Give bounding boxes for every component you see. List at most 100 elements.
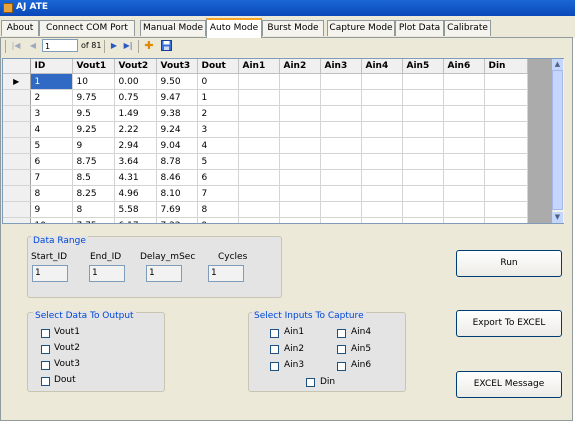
tab-burst-mode[interactable]: Burst Mode	[262, 20, 324, 36]
cell-id[interactable]: 3	[30, 105, 73, 122]
cell-dout[interactable]: 3	[197, 121, 239, 138]
move-next-icon[interactable]: ▶	[108, 40, 120, 52]
cell-vout3[interactable]: 7.22	[156, 217, 198, 223]
cell-ain4[interactable]	[361, 121, 403, 138]
cell-ain6[interactable]	[443, 121, 485, 138]
cell-ain2[interactable]	[279, 217, 321, 223]
cell-ain5[interactable]	[402, 73, 444, 90]
row-header[interactable]: ▶	[3, 73, 31, 90]
cell-vout3[interactable]: 9.47	[156, 89, 198, 106]
cell-ain4[interactable]	[361, 217, 403, 223]
cell-ain2[interactable]	[279, 121, 321, 138]
run-button[interactable]: Run	[456, 250, 562, 277]
row-header[interactable]	[3, 153, 31, 170]
cell-dout[interactable]: 1	[197, 89, 239, 106]
cell-din[interactable]	[484, 153, 528, 170]
cell-ain2[interactable]	[279, 137, 321, 154]
dout-checkbox[interactable]	[41, 377, 50, 386]
tab-connect-com-port[interactable]: Connect COM Port	[39, 20, 135, 36]
cell-vout3[interactable]: 9.24	[156, 121, 198, 138]
row-header[interactable]	[3, 169, 31, 186]
column-header-vout1[interactable]: Vout1	[72, 59, 115, 74]
cell-ain2[interactable]	[279, 185, 321, 202]
move-previous-icon[interactable]: ◀	[27, 40, 39, 52]
cell-din[interactable]	[484, 73, 528, 90]
cell-ain4[interactable]	[361, 201, 403, 218]
cell-id[interactable]: 10	[30, 217, 73, 223]
cell-vout3[interactable]: 8.10	[156, 185, 198, 202]
cell-ain1[interactable]	[238, 73, 280, 90]
cell-dout[interactable]: 8	[197, 201, 239, 218]
cell-id[interactable]: 1	[30, 73, 73, 90]
column-header-ain2[interactable]: Ain2	[279, 59, 321, 74]
cell-vout2[interactable]: 0.75	[114, 89, 157, 106]
cell-din[interactable]	[484, 89, 528, 106]
column-header-din[interactable]: Din	[484, 59, 528, 74]
cell-ain6[interactable]	[443, 73, 485, 90]
table-row[interactable]: 6 8.75 3.64 8.78 5	[3, 153, 528, 170]
cell-vout2[interactable]: 1.49	[114, 105, 157, 122]
cell-ain1[interactable]	[238, 169, 280, 186]
cell-din[interactable]	[484, 201, 528, 218]
cell-ain1[interactable]	[238, 217, 280, 223]
cell-din[interactable]	[484, 137, 528, 154]
cell-ain2[interactable]	[279, 73, 321, 90]
column-header-ain1[interactable]: Ain1	[238, 59, 280, 74]
cell-ain2[interactable]	[279, 105, 321, 122]
cell-id[interactable]: 6	[30, 153, 73, 170]
vout1-checkbox[interactable]	[41, 329, 50, 338]
table-row[interactable]: 3 9.5 1.49 9.38 2	[3, 105, 528, 122]
table-row[interactable]: 8 8.25 4.96 8.10 7	[3, 185, 528, 202]
cell-ain4[interactable]	[361, 89, 403, 106]
table-row[interactable]: 9 8 5.58 7.69 8	[3, 201, 528, 218]
cell-ain5[interactable]	[402, 137, 444, 154]
cell-din[interactable]	[484, 169, 528, 186]
cell-vout1[interactable]: 9.5	[72, 105, 115, 122]
cell-ain3[interactable]	[320, 89, 362, 106]
cell-dout[interactable]: 6	[197, 169, 239, 186]
cell-vout2[interactable]: 4.96	[114, 185, 157, 202]
cell-id[interactable]: 9	[30, 201, 73, 218]
column-header-ain3[interactable]: Ain3	[320, 59, 362, 74]
cell-ain5[interactable]	[402, 217, 444, 223]
cell-ain4[interactable]	[361, 137, 403, 154]
cell-dout[interactable]: 5	[197, 153, 239, 170]
cell-id[interactable]: 4	[30, 121, 73, 138]
ain4-checkbox[interactable]	[337, 329, 346, 338]
cell-ain4[interactable]	[361, 153, 403, 170]
cell-ain5[interactable]	[402, 185, 444, 202]
cell-ain2[interactable]	[279, 169, 321, 186]
cell-ain6[interactable]	[443, 105, 485, 122]
cycles-input[interactable]: 1	[208, 265, 244, 282]
cell-ain4[interactable]	[361, 185, 403, 202]
cell-ain1[interactable]	[238, 105, 280, 122]
tab-manual-mode[interactable]: Manual Mode	[140, 20, 206, 36]
cell-ain5[interactable]	[402, 153, 444, 170]
cell-dout[interactable]: 0	[197, 73, 239, 90]
save-icon[interactable]	[160, 40, 172, 52]
row-header[interactable]	[3, 217, 31, 223]
data-grid[interactable]: ID Vout1 Vout2 Vout3 Dout Ain1 Ain2 Ain3 Ain4 Ain…	[2, 58, 564, 224]
row-header[interactable]	[3, 121, 31, 138]
vout2-checkbox[interactable]	[41, 345, 50, 354]
column-header-ain6[interactable]: Ain6	[443, 59, 485, 74]
column-header-vout2[interactable]: Vout2	[114, 59, 157, 74]
cell-id[interactable]: 5	[30, 137, 73, 154]
cell-ain6[interactable]	[443, 153, 485, 170]
cell-ain4[interactable]	[361, 73, 403, 90]
cell-ain1[interactable]	[238, 185, 280, 202]
cell-vout1[interactable]: 9.25	[72, 121, 115, 138]
cell-din[interactable]	[484, 121, 528, 138]
cell-vout3[interactable]: 8.78	[156, 153, 198, 170]
row-header[interactable]	[3, 137, 31, 154]
cell-ain2[interactable]	[279, 89, 321, 106]
cell-din[interactable]	[484, 185, 528, 202]
cell-ain1[interactable]	[238, 137, 280, 154]
column-header-ain5[interactable]: Ain5	[402, 59, 444, 74]
cell-ain3[interactable]	[320, 201, 362, 218]
ain3-checkbox[interactable]	[270, 362, 279, 371]
cell-vout2[interactable]: 5.58	[114, 201, 157, 218]
column-header-dout[interactable]: Dout	[197, 59, 239, 74]
table-row[interactable]: 107.756.177.229	[3, 217, 528, 223]
add-new-icon[interactable]: ✚	[143, 40, 155, 52]
